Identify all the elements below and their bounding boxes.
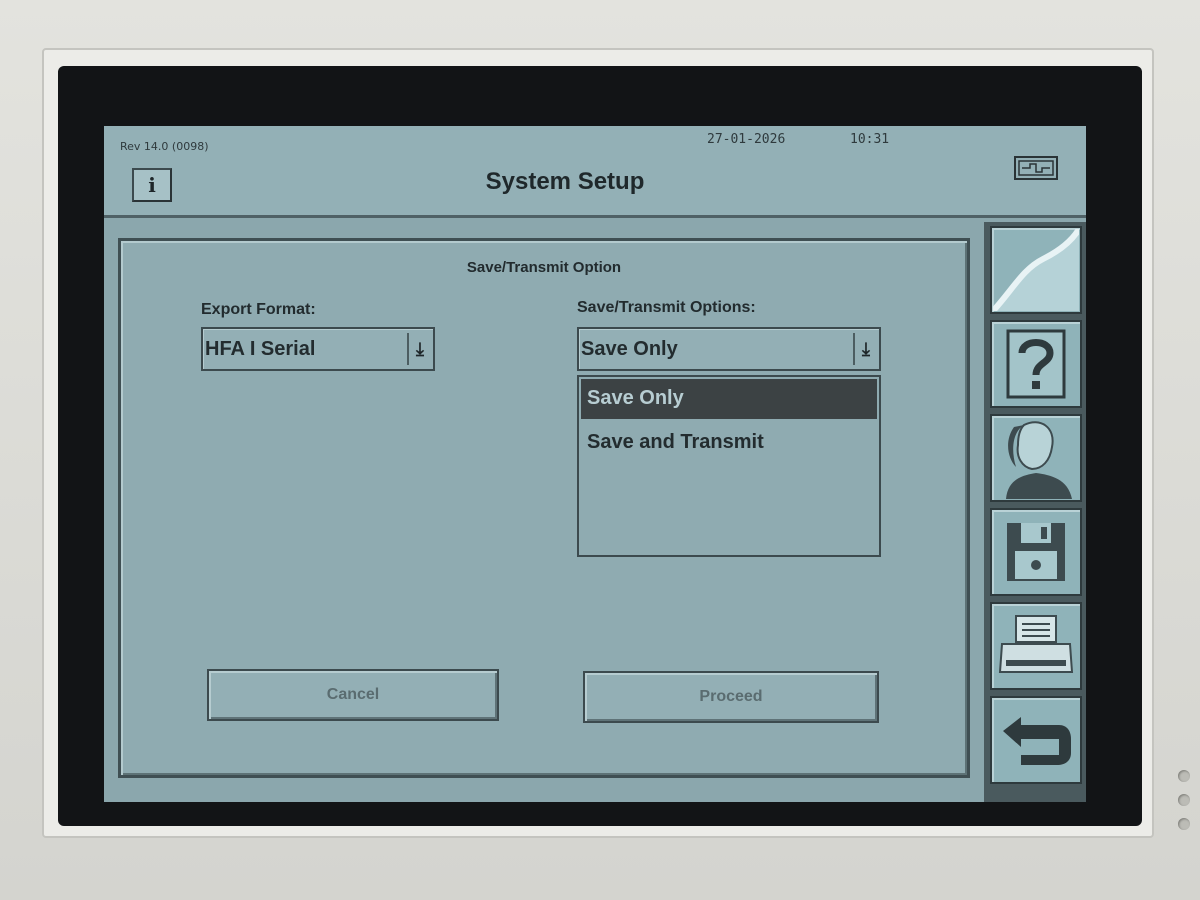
export-format-value: HFA I Serial [205,338,316,360]
time-text: 10:31 [850,132,890,147]
dropdown-arrow-icon[interactable]: ⤓ [407,333,431,365]
patient-button[interactable] [990,414,1082,502]
patient-icon [1006,421,1072,499]
speaker-holes [1178,770,1190,842]
dialog-title: Save/Transmit Option [466,259,622,276]
speaker-hole [1178,818,1190,830]
date-text: 27-01-2026 [707,132,786,147]
curve-icon [993,229,1079,311]
save-transmit-select[interactable]: Save Only ⤓ [577,327,881,371]
save-disk-button[interactable] [990,508,1082,596]
cancel-button[interactable]: Cancel [207,669,499,721]
export-format-label: Export Format: [201,301,316,318]
save-transmit-options-list: Save Only Save and Transmit [577,375,881,557]
printer-icon [998,615,1074,673]
help-icon [1006,329,1066,399]
side-toolbar [984,222,1086,802]
return-arrow-icon [1003,717,1071,765]
option-save-only[interactable]: Save Only [581,379,877,419]
save-transmit-value: Save Only [581,338,678,360]
speaker-hole [1178,770,1190,782]
proceed-button[interactable]: Proceed [583,671,879,723]
screen: Rev 14.0 (0098) 27-01-2026 10:31 i Syste… [104,126,1086,802]
curve-tool-button[interactable] [990,226,1082,314]
header-bar: Rev 14.0 (0098) 27-01-2026 10:31 i Syste… [104,126,1086,218]
export-format-select[interactable]: HFA I Serial ⤓ [201,327,435,371]
dropdown-arrow-icon[interactable]: ⤓ [853,333,877,365]
print-button[interactable] [990,602,1082,690]
save-transmit-dialog: Save/Transmit Option Export Format: HFA … [118,238,970,778]
help-button[interactable] [990,320,1082,408]
speaker-hole [1178,794,1190,806]
device-bezel: Rev 14.0 (0098) 27-01-2026 10:31 i Syste… [0,0,1200,900]
tape-drive-icon [1014,156,1058,180]
floppy-disk-icon [1007,523,1065,581]
option-save-and-transmit[interactable]: Save and Transmit [581,423,877,463]
save-transmit-label: Save/Transmit Options: [577,299,756,316]
page-title: System Setup [485,168,645,195]
revision-text: Rev 14.0 (0098) [120,140,209,153]
return-button[interactable] [990,696,1082,784]
